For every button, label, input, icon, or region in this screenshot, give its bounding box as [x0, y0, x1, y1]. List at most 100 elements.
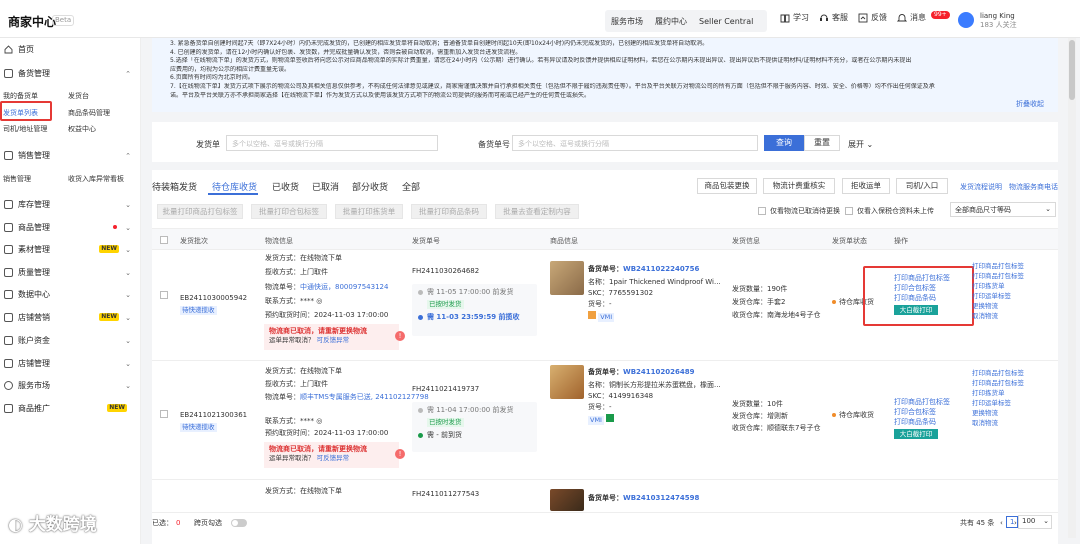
op-print-combo[interactable]: 打印合包标签: [894, 407, 936, 417]
op-print-label[interactable]: 打印商品打包标签: [894, 397, 950, 407]
op2-print-label[interactable]: 打印商品打包标签: [972, 378, 1024, 388]
op-print-barcode[interactable]: 打印商品条码: [894, 417, 936, 427]
op2-pick-list[interactable]: 打印拣货单: [972, 281, 1005, 291]
op2-change-carrier[interactable]: 更换物流: [972, 408, 998, 418]
size-select[interactable]: 全部商品尺寸等码 ⌄: [950, 202, 1056, 217]
po-link[interactable]: WB2410312474598: [623, 494, 699, 502]
op2-cancel-carrier[interactable]: 取消物流: [972, 418, 998, 428]
product-image[interactable]: [550, 489, 584, 511]
sidebar-sub-exception[interactable]: 收货入库异常看板: [68, 174, 124, 184]
batch-print-product-label[interactable]: 批量打印商品打包标签: [157, 204, 243, 219]
po-link[interactable]: WB2411022240756: [623, 265, 699, 273]
sidebar-item-data[interactable]: 数据中心 ⌄: [4, 289, 137, 300]
sidebar-item-service-market[interactable]: 服务市场 ⌄: [4, 380, 137, 391]
sidebar-item-store[interactable]: 店铺管理 ⌄: [4, 358, 137, 369]
op2-print-label[interactable]: 打印商品打包标签: [972, 368, 1024, 378]
batch-print-barcode[interactable]: 批量打印商品条码: [411, 204, 487, 219]
nav-fulfillment[interactable]: 履约中心: [649, 16, 693, 27]
nav-seller-central[interactable]: Seller Central: [693, 17, 759, 26]
row-checkbox[interactable]: [160, 291, 168, 299]
nav-service-market[interactable]: 服务市场: [605, 16, 649, 27]
weight-verify-button[interactable]: 物流计费重核实: [763, 178, 835, 194]
select-all-checkbox[interactable]: [160, 236, 168, 244]
sidebar-item-quality[interactable]: 质量管理 ⌄: [4, 267, 137, 278]
page-size-select[interactable]: 100 ⌄: [1018, 515, 1052, 529]
sidebar-item-home[interactable]: 首页: [4, 44, 34, 55]
product-image[interactable]: [550, 365, 584, 399]
waybill-link[interactable]: 中通快运，800097543124: [300, 283, 388, 291]
ship-flow-link[interactable]: 发货流程说明: [960, 182, 1002, 192]
timeline-dot: [418, 433, 423, 438]
message-count-badge: 99+: [931, 11, 950, 19]
waybill-link[interactable]: 顺丰TMS专属服务已送, 241102127798: [300, 393, 429, 401]
next-page-icon[interactable]: ›: [1014, 518, 1017, 528]
batch-print-combo-label[interactable]: 批量打印合包标签: [251, 204, 327, 219]
tab-to-receive[interactable]: 待仓库收货: [212, 180, 257, 193]
feedback-exception-link[interactable]: 可反馈异常: [317, 454, 350, 462]
sidebar-sub-sales[interactable]: 销售管理: [3, 174, 31, 184]
only-bonded-checkbox[interactable]: [845, 207, 853, 215]
op2-change-carrier[interactable]: 更换物流: [972, 301, 998, 311]
op2-cancel-carrier[interactable]: 取消物流: [972, 311, 998, 321]
bulk-print-button[interactable]: 大白截打印: [894, 429, 938, 439]
brand-title[interactable]: 商家中心: [8, 13, 56, 30]
op2-waybill[interactable]: 打印运单标签: [972, 291, 1011, 301]
ship-order-input[interactable]: 多个以空格、逗号或换行分隔: [226, 135, 438, 151]
sidebar-item-material[interactable]: 素材管理 NEW ⌄: [4, 244, 137, 255]
reset-button[interactable]: 重置: [804, 135, 840, 151]
tab-partial[interactable]: 部分收货: [352, 180, 388, 193]
package-change-button[interactable]: 商品包装更换: [697, 178, 757, 194]
tab-cancelled[interactable]: 已取消: [312, 180, 339, 193]
sidebar-sub-barcode[interactable]: 商品条码管理: [68, 108, 110, 118]
feedback-exception-link[interactable]: 可反馈异常: [317, 336, 350, 344]
sidebar-item-sales[interactable]: 销售管理 ⌃: [4, 150, 137, 161]
sidebar-sub-rights[interactable]: 权益中心: [68, 124, 96, 134]
op2-print-label[interactable]: 打印商品打包标签: [972, 261, 1024, 271]
sidebar-item-funds[interactable]: 账户资金 ⌄: [4, 335, 137, 346]
po-line: 备货单号：WB2410312474598: [588, 493, 699, 503]
scrollbar-thumb[interactable]: [1069, 40, 1075, 100]
only-cancelled-checkbox[interactable]: [758, 207, 766, 215]
service-button[interactable]: 客服: [819, 12, 848, 23]
prev-page-icon[interactable]: ‹: [1000, 518, 1003, 528]
sidebar-label: 店铺管理: [18, 359, 50, 368]
feedback-button[interactable]: 反馈: [858, 12, 887, 23]
product-image[interactable]: [550, 261, 584, 295]
row-checkbox[interactable]: [160, 410, 168, 418]
learn-button[interactable]: 学习: [780, 12, 809, 23]
expand-link[interactable]: 展开 ⌄: [848, 139, 873, 150]
stock-order-input[interactable]: 多个以空格、逗号或换行分隔: [512, 135, 758, 151]
batch-print-pick-list[interactable]: 批量打印拣货单: [335, 204, 403, 219]
scrollbar[interactable]: [1068, 38, 1076, 538]
sidebar-item-stock[interactable]: 备货管理 ⌃: [4, 68, 137, 79]
tab-received[interactable]: 已收货: [272, 180, 299, 193]
op2-waybill[interactable]: 打印运单标签: [972, 398, 1011, 408]
query-button[interactable]: 查询: [764, 135, 804, 151]
timeline-ship-deadline: 需 11-05 17:00:00 前发货: [427, 288, 514, 296]
chevron-down-icon: ⌄: [125, 359, 131, 368]
sidebar-item-promotion[interactable]: 商品推广 NEW: [4, 403, 137, 414]
collapse-link[interactable]: 折叠收起: [1016, 99, 1044, 109]
cross-page-toggle[interactable]: [231, 519, 247, 527]
sidebar-sub-my-stock[interactable]: 我的备货单: [3, 91, 38, 101]
sidebar-sub-ship-desk[interactable]: 发货台: [68, 91, 89, 101]
avatar[interactable]: [958, 12, 974, 28]
sidebar-item-product[interactable]: 商品管理 ⌄: [4, 222, 137, 233]
message-button[interactable]: 消息: [897, 12, 926, 23]
sidebar-item-marketing[interactable]: 店铺营销 NEW ⌄: [4, 312, 137, 323]
sidebar-sub-driver[interactable]: 司机/地址管理: [3, 124, 47, 134]
notice-line: 6.页面所有时间均为北京时间。: [170, 74, 254, 82]
sidebar-item-inventory[interactable]: 库存管理 ⌄: [4, 199, 137, 210]
op2-pick-list[interactable]: 打印拣货单: [972, 388, 1005, 398]
po-link[interactable]: WB241102026489: [623, 368, 695, 376]
driver-entry-button[interactable]: 司机/入口: [896, 178, 948, 194]
op2-print-label[interactable]: 打印商品打包标签: [972, 271, 1024, 281]
reject-waybill-button[interactable]: 拒收运单: [842, 178, 890, 194]
timeline-dot: [418, 315, 423, 320]
tab-to-pack[interactable]: 待装箱发货: [152, 180, 197, 193]
batch-view-custom[interactable]: 批量去查看定制内容: [495, 204, 579, 219]
carrier-phone-link[interactable]: 物流服务商电话: [1009, 182, 1058, 192]
user-info[interactable]: liang King 183 人关注: [980, 12, 1017, 30]
sidebar-label: 店铺营销: [18, 313, 50, 322]
tab-all[interactable]: 全部: [402, 180, 420, 193]
